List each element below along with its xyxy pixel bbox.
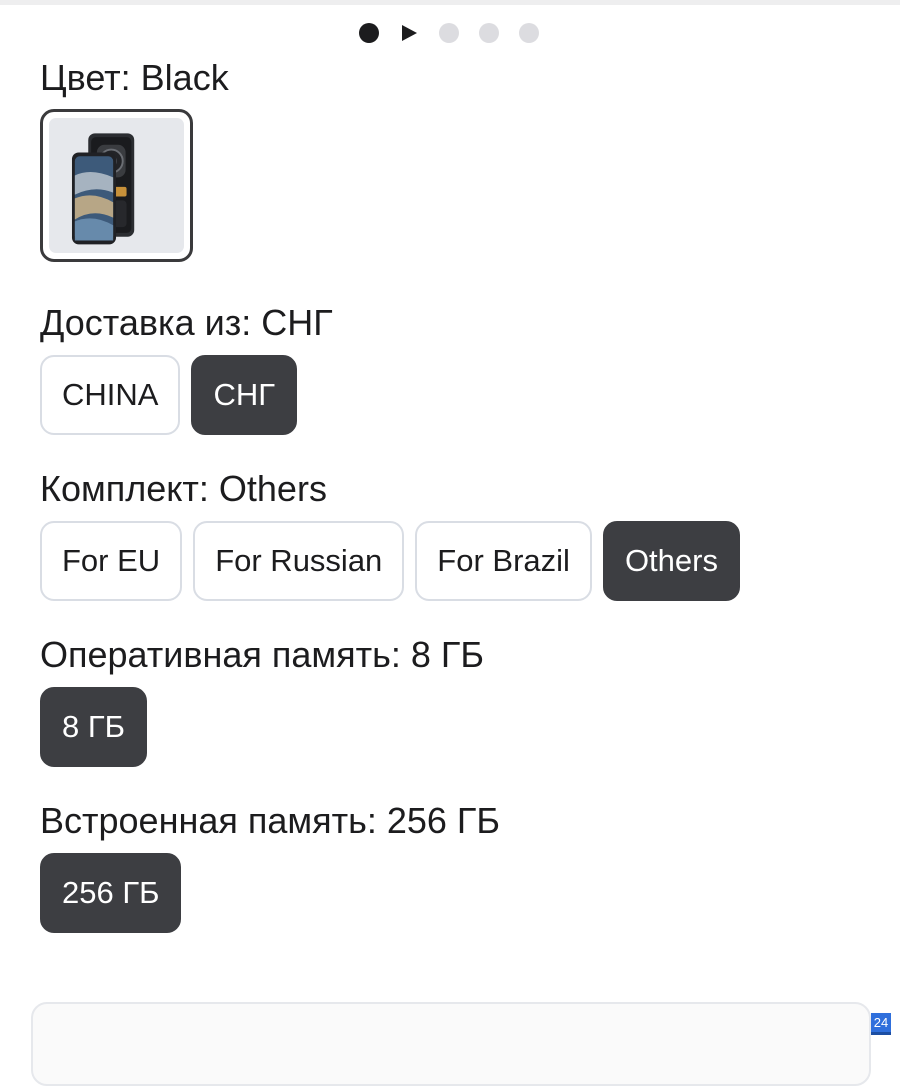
kit-option-brazil[interactable]: For Brazil: [415, 521, 592, 601]
storage-label: Встроенная память: 256 ГБ: [40, 800, 501, 841]
phone-thumbnail: [49, 118, 184, 253]
delivery-option-cis[interactable]: СНГ: [191, 355, 298, 435]
kit-options: For EU For Russian For Brazil Others: [40, 521, 740, 601]
storage-options: 256 ГБ: [40, 853, 182, 933]
delivery-label: Доставка из: СНГ: [40, 302, 333, 343]
color-label: Цвет: Black: [40, 57, 229, 98]
pager-dot[interactable]: [479, 23, 499, 43]
top-bar: [0, 0, 900, 5]
ram-options: 8 ГБ: [40, 687, 147, 767]
pager-dot-active[interactable]: [359, 23, 379, 43]
storage-option-256gb[interactable]: 256 ГБ: [40, 853, 182, 933]
kit-option-russian[interactable]: For Russian: [193, 521, 405, 601]
ram-label: Оперативная память: 8 ГБ: [40, 634, 485, 675]
carousel-pager: [359, 22, 539, 44]
delivery-options: CHINA СНГ: [40, 355, 298, 435]
color-swatch-black[interactable]: [40, 109, 193, 262]
ram-option-8gb[interactable]: 8 ГБ: [40, 687, 147, 767]
kit-option-others[interactable]: Others: [602, 521, 740, 601]
delivery-option-china[interactable]: CHINA: [40, 355, 181, 435]
pager-dot[interactable]: [519, 23, 539, 43]
pager-dot[interactable]: [439, 23, 459, 43]
corner-badge: 24: [871, 1013, 891, 1035]
play-icon[interactable]: [399, 23, 419, 43]
kit-option-eu[interactable]: For EU: [40, 521, 183, 601]
bottom-card: [31, 1002, 871, 1086]
kit-label: Комплект: Others: [40, 468, 327, 509]
phone-image: [71, 133, 135, 245]
